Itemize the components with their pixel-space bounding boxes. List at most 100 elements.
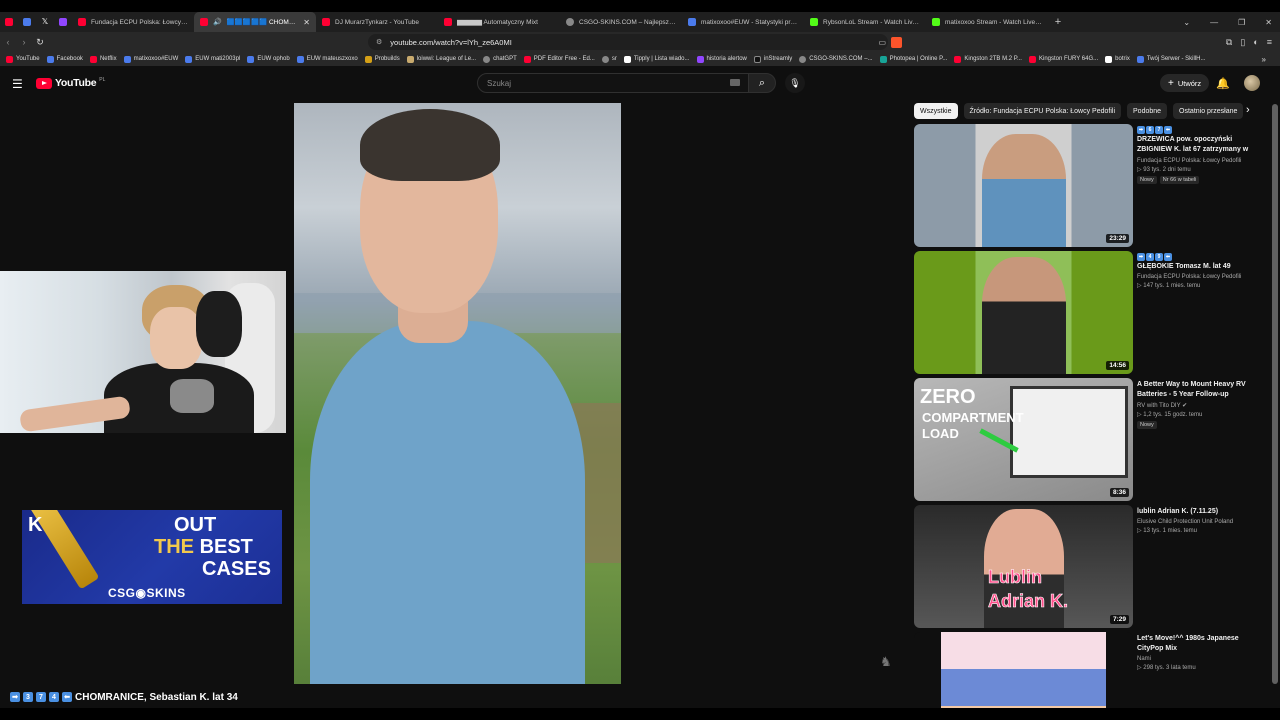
video-title[interactable]: Let's Move!^^ 1980s Japanese CityPop Mix — [1137, 634, 1261, 654]
recommendation-item[interactable]: Lublin Adrian K. 7:29 lublin Adrian K. (… — [914, 505, 1264, 629]
close-window-icon[interactable]: ✕ — [1265, 18, 1272, 27]
bookmark[interactable]: Kingston FURY 64G... — [1028, 55, 1098, 63]
pinned-tab-x[interactable]: 𝕏 — [36, 12, 54, 32]
cast-icon[interactable]: ▭ — [878, 38, 886, 47]
back-icon[interactable]: ‹ — [0, 37, 16, 47]
recommendation-item[interactable]: Let's Move!^^ 1980s Japanese CityPop Mix… — [914, 632, 1264, 708]
scrollbar-thumb[interactable] — [1272, 104, 1278, 684]
pinned-tab-twitch[interactable] — [54, 12, 72, 32]
bookmark[interactable]: loiwwi: League of Le... — [406, 55, 476, 63]
brave-shield-icon[interactable] — [891, 36, 902, 48]
channel-name[interactable]: Elusive Child Protection Unit Poland — [1137, 519, 1261, 525]
channel-watermark-icon[interactable]: ♞ — [880, 654, 892, 670]
bookmark[interactable]: EUW mati2003pl — [185, 55, 240, 63]
reload-icon[interactable]: ↻ — [32, 37, 48, 48]
video-thumbnail[interactable]: Lublin Adrian K. 7:29 — [914, 505, 1133, 628]
window-bottom-edge — [0, 708, 1280, 720]
bookmark[interactable]: PDF Editor Free - Ed... — [523, 55, 595, 63]
youtube-icon — [5, 18, 13, 26]
new-tab-button[interactable]: + — [1048, 16, 1068, 28]
channel-name[interactable]: Fundacja ECPU Polska: Łowcy Pedofili — [1137, 274, 1261, 280]
browser-tab[interactable]: matixoxoo#EUW - Statystyki przywo — [682, 12, 804, 32]
scrollbar[interactable] — [1272, 100, 1278, 710]
channel-name[interactable]: Nami — [1137, 656, 1261, 662]
bookmark[interactable]: Twój Serwer - SkillH... — [1136, 55, 1206, 63]
more-bookmarks-icon[interactable]: » — [1262, 55, 1266, 64]
search-input[interactable]: Szukaj — [477, 73, 749, 93]
profile-icon[interactable]: ◐ — [1253, 37, 1258, 47]
maximize-icon[interactable]: ❐ — [1238, 18, 1245, 27]
create-button[interactable]: + Utwórz — [1160, 74, 1210, 92]
pinned-tab-youtube[interactable] — [0, 12, 18, 32]
notifications-icon[interactable]: 🔔 — [1216, 77, 1230, 90]
browser-tab[interactable]: ▆▆▆▆▆ Automatyczny Mixt — [438, 12, 560, 32]
voice-search-button[interactable]: 🎙 — [785, 73, 805, 93]
forward-icon[interactable]: › — [16, 37, 32, 47]
browser-tab[interactable]: Fundacja ECPU Polska: Łowcy Pedofil — [72, 12, 194, 32]
video-title[interactable]: A Better Way to Mount Heavy RV Batteries… — [1137, 380, 1261, 400]
bookmark[interactable]: EUW ophob — [247, 55, 290, 63]
bookmark[interactable]: chatGPT — [483, 55, 517, 63]
video-title[interactable]: ➡ 4 9 ⬅ GŁĘBOKIE Tomasz M. lat 49 — [1137, 253, 1261, 272]
bookmark[interactable]: CSGO-SKINS.COM –... — [799, 55, 873, 63]
bookmark[interactable]: EUW mateuszxoxo — [296, 55, 358, 63]
video-player[interactable] — [294, 103, 621, 684]
bookmark[interactable]: Tipply | Lista wiado... — [623, 55, 690, 63]
bookmark[interactable]: Kingston 2TB M.2 P... — [954, 55, 1022, 63]
close-tab-icon[interactable]: ✕ — [303, 18, 310, 27]
chip-similar[interactable]: Podobne — [1127, 103, 1168, 119]
bookmark[interactable]: historia alertow — [696, 55, 747, 63]
mic-icon: 🎙 — [789, 77, 801, 88]
avatar[interactable] — [1244, 75, 1260, 91]
channel-name[interactable]: Fundacja ECPU Polska: Łowcy Pedofili — [1137, 158, 1261, 164]
video-title[interactable]: ➡ 6 7 ⬅ DRZEWICA pow. opoczyński ZBIGNIE… — [1137, 126, 1261, 156]
chip-recent[interactable]: Ostatnio przesłane — [1173, 103, 1244, 119]
bookmark[interactable]: Netflix — [89, 55, 117, 63]
extensions-icon[interactable]: ⧉ — [1226, 37, 1232, 48]
browser-tab[interactable]: RybsonLoL Stream - Watch Live on K — [804, 12, 926, 32]
video-thumbnail[interactable]: 23:29 — [914, 124, 1133, 247]
recommendation-item[interactable]: 23:29 ➡ 6 7 ⬅ DRZEWICA pow. opoczyński Z… — [914, 124, 1264, 248]
browser-tab[interactable]: matixoxoo Stream - Watch Live on K — [926, 12, 1048, 32]
youtube-logo[interactable]: YouTube PL — [36, 77, 105, 89]
bookmark[interactable]: sr — [601, 55, 617, 63]
youtube-header: ☰ YouTube PL Szukaj ⌕ 🎙 + Utwórz 🔔 — [0, 66, 1280, 100]
video-thumbnail[interactable] — [914, 632, 1133, 708]
bookmark[interactable]: YouTube — [6, 55, 40, 63]
chevron-right-icon[interactable]: › — [1246, 104, 1250, 116]
video-info: ➡ 4 9 ⬅ GŁĘBOKIE Tomasz M. lat 49 Fundac… — [1137, 253, 1261, 289]
bookmark[interactable]: Probuilds — [364, 55, 400, 63]
menu-icon[interactable]: ≡ — [1267, 37, 1272, 47]
banner-line-1: OUT — [174, 514, 217, 536]
sidebar-icon[interactable]: ▯ — [1240, 37, 1245, 48]
channel-name[interactable]: RV with Tito DIY ✔ — [1137, 402, 1261, 409]
address-bar[interactable]: ⚙ youtube.com/watch?v=lYh_ze6A0MI — [368, 34, 888, 50]
tab-search-icon[interactable]: ⌄ — [1183, 18, 1190, 27]
photopea-icon — [879, 55, 887, 63]
browser-tab[interactable]: DJ MurarzTynkarz - YouTube — [316, 12, 438, 32]
recommendation-item[interactable]: ZERO COMPARTMENT LOAD 8:36 A Better Way … — [914, 378, 1264, 502]
pinned-tab-messenger[interactable] — [18, 12, 36, 32]
video-thumbnail[interactable]: 14:56 — [914, 251, 1133, 374]
bookmark[interactable]: inStreamly — [753, 55, 792, 63]
search-button[interactable]: ⌕ — [748, 73, 776, 93]
bookmark[interactable]: matixoxoo#EUW — [123, 55, 178, 63]
bookmark[interactable]: Photopea | Online P... — [879, 55, 947, 63]
video-thumbnail[interactable]: ZERO COMPARTMENT LOAD 8:36 — [914, 378, 1133, 501]
tab-title: CSGO-SKINS.COM – Najlepsze Skrzy — [579, 18, 676, 26]
keyboard-icon[interactable] — [730, 79, 740, 86]
browser-tab[interactable]: CSGO-SKINS.COM – Najlepsze Skrzy — [560, 12, 682, 32]
bookmark[interactable]: Facebook — [46, 55, 83, 63]
chip-source[interactable]: Źródło: Fundacja ECPU Polska: Łowcy Pedo… — [963, 103, 1122, 119]
tipply-icon — [623, 55, 631, 63]
url-text: youtube.com/watch?v=lYh_ze6A0MI — [390, 37, 512, 47]
recommendation-item[interactable]: 14:56 ➡ 4 9 ⬅ GŁĘBOKIE Tomasz M. lat 49 … — [914, 251, 1264, 375]
minimize-icon[interactable]: — — [1210, 18, 1218, 27]
browser-tab-active[interactable]: 🔊 🟦🟦🟦🟦🟦 CHOMRANIC ✕ — [194, 12, 316, 32]
video-title[interactable]: lublin Adrian K. (7.11.25) — [1137, 507, 1261, 517]
emoji-keycap: 9 — [1155, 253, 1163, 261]
menu-icon[interactable]: ☰ — [12, 77, 23, 91]
chip-all[interactable]: Wszystkie — [914, 103, 958, 119]
bookmark[interactable]: botrix — [1105, 55, 1130, 63]
site-info-icon[interactable]: ⚙ — [376, 38, 382, 46]
